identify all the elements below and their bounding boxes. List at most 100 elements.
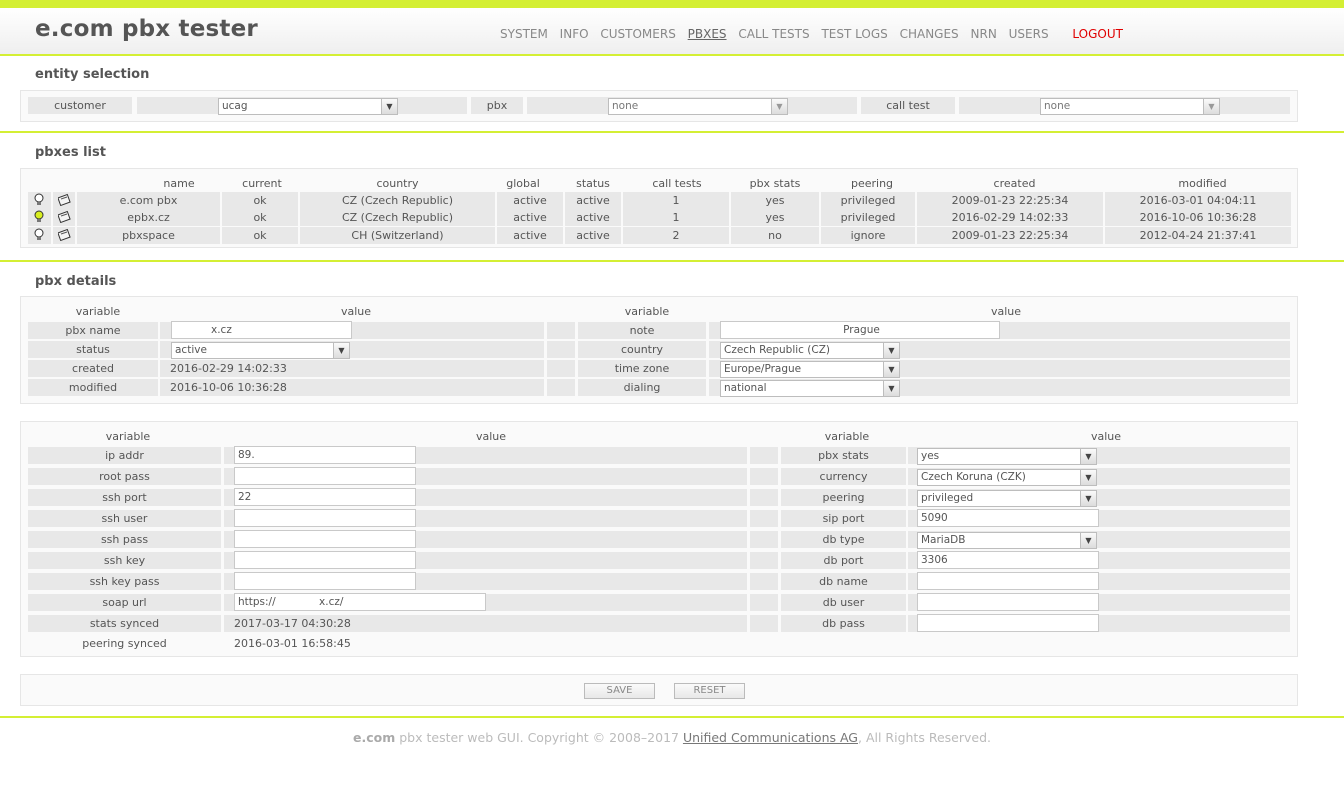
- app-title: e.com pbx tester: [35, 16, 258, 42]
- edit-icon[interactable]: [56, 228, 71, 242]
- cell-modified: 2016-03-01 04:04:11: [1105, 192, 1291, 209]
- timezone-label: time zone: [578, 360, 706, 377]
- edit-icon[interactable]: [56, 210, 71, 224]
- db-port-label: db port: [781, 552, 906, 569]
- nav-system[interactable]: SYSTEM: [500, 27, 548, 41]
- pbx-name-field[interactable]: x.cz: [171, 321, 352, 339]
- ssh-user-field[interactable]: [234, 509, 416, 527]
- note-field[interactable]: Prague: [720, 321, 1000, 339]
- footer-suffix: , All Rights Reserved.: [858, 730, 991, 745]
- nav-pbxes[interactable]: PBXES: [688, 27, 727, 41]
- cell-pbx-stats: no: [731, 227, 819, 244]
- cell-pbx-stats: yes: [731, 209, 819, 226]
- country-select[interactable]: Czech Republic (CZ) ▼: [720, 342, 900, 359]
- lightbulb-icon[interactable]: [32, 193, 46, 207]
- modified-label: modified: [28, 379, 158, 396]
- ip-addr-label: ip addr: [28, 447, 221, 464]
- pbx-name-label: pbx name: [28, 322, 158, 339]
- ssh-pass-field[interactable]: [234, 530, 416, 548]
- pbx-details-title: pbx details: [35, 274, 117, 289]
- nav-changes[interactable]: CHANGES: [900, 27, 959, 41]
- nav-test-logs[interactable]: TEST LOGS: [821, 27, 887, 41]
- col-created: created: [993, 177, 1036, 190]
- customer-select[interactable]: ucag ▼: [218, 98, 398, 115]
- chevron-down-icon: ▼: [1080, 449, 1096, 464]
- db-pass-label: db pass: [781, 615, 906, 632]
- status-label: status: [28, 341, 158, 358]
- cell-status: active: [565, 209, 621, 226]
- ip-addr-field[interactable]: 89.: [234, 446, 416, 464]
- col-current: current: [242, 177, 282, 190]
- currency-select[interactable]: Czech Koruna (CZK) ▼: [917, 469, 1097, 486]
- pbx-stats-select[interactable]: yes ▼: [917, 448, 1097, 465]
- connection-panel: variable value variable value ip addr 89…: [20, 421, 1298, 657]
- ssh-key-label: ssh key: [28, 552, 221, 569]
- db-type-select[interactable]: MariaDB ▼: [917, 532, 1097, 549]
- db-port-field[interactable]: 3306: [917, 551, 1099, 569]
- peering-synced-label: peering synced: [82, 637, 167, 650]
- cell-call-tests: 2: [623, 227, 729, 244]
- dialing-select[interactable]: national ▼: [720, 380, 900, 397]
- created-label: created: [28, 360, 158, 377]
- col-pbx-stats: pbx stats: [749, 177, 801, 190]
- reset-button[interactable]: RESET: [674, 683, 745, 699]
- cell-call-tests: 1: [623, 192, 729, 209]
- main-nav: SYSTEM INFO CUSTOMERS PBXES CALL TESTS T…: [500, 27, 1131, 41]
- ssh-port-field[interactable]: 22: [234, 488, 416, 506]
- cell-created: 2009-01-23 22:25:34: [917, 227, 1103, 244]
- nav-nrn[interactable]: NRN: [971, 27, 997, 41]
- pbx-details-panel: variable value variable value pbx name x…: [20, 296, 1298, 404]
- call-test-select[interactable]: none ▼: [1040, 98, 1220, 115]
- pbxes-list-title: pbxes list: [35, 145, 106, 160]
- col-country: country: [376, 177, 419, 190]
- note-label: note: [578, 322, 706, 339]
- chevron-down-icon: ▼: [333, 343, 349, 358]
- cell-current: ok: [222, 209, 298, 226]
- chevron-down-icon: ▼: [1080, 491, 1096, 506]
- soap-url-field[interactable]: https:// x.cz/: [234, 593, 486, 611]
- col-modified: modified: [1178, 177, 1227, 190]
- db-user-label: db user: [781, 594, 906, 611]
- chevron-down-icon: ▼: [883, 343, 899, 358]
- chevron-down-icon: ▼: [883, 362, 899, 377]
- lightbulb-icon[interactable]: [32, 228, 46, 242]
- lightbulb-icon[interactable]: [32, 210, 46, 224]
- customer-select-value: ucag: [222, 100, 248, 112]
- nav-call-tests[interactable]: CALL TESTS: [738, 27, 809, 41]
- chevron-down-icon: ▼: [1080, 470, 1096, 485]
- header: e.com pbx tester SYSTEM INFO CUSTOMERS P…: [0, 8, 1344, 56]
- call-test-select-value: none: [1044, 100, 1071, 112]
- peering-select[interactable]: privileged ▼: [917, 490, 1097, 507]
- cell-country: CZ (Czech Republic): [300, 209, 495, 226]
- root-pass-field[interactable]: [234, 467, 416, 485]
- modified-value: 2016-10-06 10:36:28: [160, 379, 544, 396]
- nav-users[interactable]: USERS: [1009, 27, 1049, 41]
- status-select[interactable]: active ▼: [171, 342, 350, 359]
- ssh-key-pass-field[interactable]: [234, 572, 416, 590]
- ssh-key-field[interactable]: [234, 551, 416, 569]
- col-call-tests: call tests: [652, 177, 702, 190]
- stats-synced-label: stats synced: [28, 615, 221, 632]
- pbx-select[interactable]: none ▼: [608, 98, 788, 115]
- company-link[interactable]: Unified Communications AG: [683, 730, 858, 745]
- customer-label: customer: [28, 97, 132, 114]
- db-pass-field[interactable]: [917, 614, 1099, 632]
- timezone-select[interactable]: Europe/Prague ▼: [720, 361, 900, 378]
- save-button[interactable]: SAVE: [584, 683, 655, 699]
- action-panel: SAVE RESET: [20, 674, 1298, 706]
- stats-synced-value: 2017-03-17 04:30:28: [224, 615, 747, 632]
- dialing-label: dialing: [578, 379, 706, 396]
- ssh-key-pass-label: ssh key pass: [28, 573, 221, 590]
- chevron-down-icon: ▼: [1203, 99, 1219, 114]
- nav-info[interactable]: INFO: [560, 27, 589, 41]
- db-name-label: db name: [781, 573, 906, 590]
- nav-customers[interactable]: CUSTOMERS: [600, 27, 675, 41]
- db-user-field[interactable]: [917, 593, 1099, 611]
- cell-current: ok: [222, 227, 298, 244]
- logout-link[interactable]: LOGOUT: [1072, 27, 1123, 41]
- sip-port-field[interactable]: 5090: [917, 509, 1099, 527]
- col-peering: peering: [850, 177, 894, 190]
- db-name-field[interactable]: [917, 572, 1099, 590]
- edit-icon[interactable]: [56, 193, 71, 207]
- soap-url-label: soap url: [28, 594, 221, 611]
